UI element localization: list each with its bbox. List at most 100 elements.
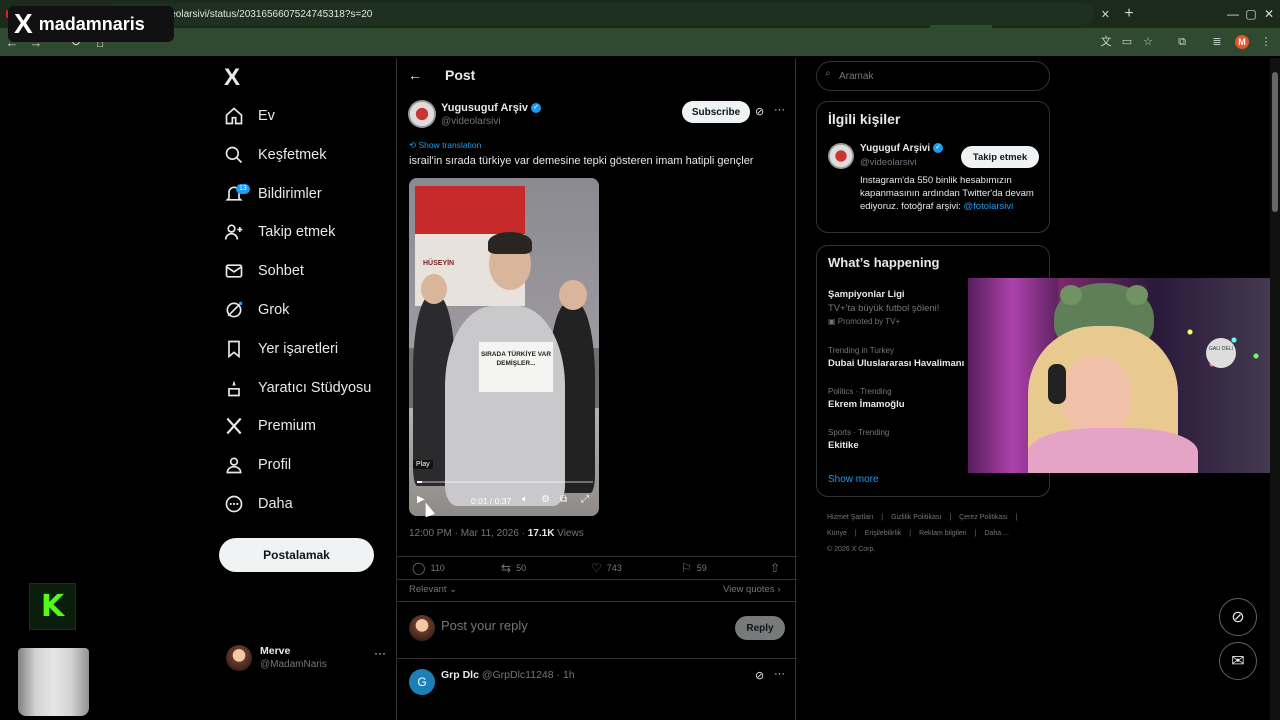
grok-fab-icon[interactable]: ⊘ [1219, 598, 1257, 636]
search-input[interactable] [816, 61, 1050, 91]
browser-menu-icon[interactable]: ⋮ [1258, 34, 1274, 50]
pip-icon[interactable]: ⧉ [560, 494, 567, 505]
reply-author[interactable]: Grp Dlc @GrpDlc11248 · 1h [441, 669, 575, 681]
nav-item-premium[interactable]: Premium [224, 411, 316, 441]
post-button[interactable]: Postalamak [219, 538, 374, 572]
translate-icon[interactable]: 文 [1098, 34, 1114, 50]
nav-item-label: Yer işaretleri [258, 340, 339, 357]
tab-close-icon[interactable]: ✕ [1101, 8, 1110, 21]
footer-link[interactable]: Daha ... [984, 530, 1009, 537]
x-home-logo[interactable]: X [224, 64, 240, 92]
footer-link[interactable]: © 2026 X Corp. [827, 546, 875, 553]
bell-icon: 13 [224, 183, 250, 204]
video-progress[interactable] [417, 481, 593, 483]
person-name-text: Yuguguf Arşivi [860, 143, 931, 154]
author-name[interactable]: Yugusuguf Arşiv ✓ [441, 102, 541, 114]
footer-separator: | [909, 530, 912, 537]
grok-icon[interactable]: ⊘ [755, 669, 764, 682]
page-title: Post [445, 67, 476, 83]
view-quotes-link[interactable]: View quotes › [723, 584, 780, 595]
new-tab-icon[interactable]: + [1116, 5, 1142, 23]
fullscreen-icon[interactable]: ⤢ [581, 494, 589, 505]
share-action[interactable]: ⇧ [770, 561, 780, 575]
reply-avatar[interactable]: G [409, 669, 435, 695]
like-count: 743 [606, 563, 622, 573]
account-switcher[interactable]: Merve @MadamNaris ··· [226, 640, 386, 676]
like-action[interactable]: ♡ 743 [591, 561, 622, 575]
mail-icon [224, 261, 244, 281]
reply-input[interactable] [441, 618, 711, 633]
subscribe-button[interactable]: Subscribe [682, 101, 750, 123]
author-avatar[interactable] [408, 100, 436, 128]
reply-button[interactable]: Reply [735, 616, 785, 640]
nav-item-sohbet[interactable]: Sohbet [224, 256, 304, 286]
footer-link[interactable]: Hizmet Şartları [827, 514, 873, 521]
reply-action[interactable]: ◯ 110 [412, 561, 445, 575]
footer-link[interactable]: Künye [827, 530, 847, 537]
footer-link[interactable]: Reklam bilgileri [919, 530, 966, 537]
author-handle[interactable]: @videolarsivi [441, 116, 501, 127]
window-close-icon[interactable]: ✕ [1254, 0, 1280, 28]
notification-badge: 13 [236, 183, 250, 194]
footer-separator: | [881, 514, 884, 521]
back-arrow-icon[interactable]: ← [408, 67, 422, 83]
person-name[interactable]: Yuguguf Arşivi ✓ [860, 143, 944, 154]
settings-icon[interactable]: ⚙︎ [541, 494, 550, 505]
repost-icon: ⇆ [501, 561, 512, 575]
person-avatar[interactable] [828, 143, 854, 169]
nav-item-label: Ev [258, 108, 275, 124]
x-logo-icon: X [14, 8, 33, 39]
video-person-head [421, 274, 447, 304]
play-tooltip: Play [413, 460, 433, 469]
cast-icon[interactable]: ▭ [1119, 34, 1135, 50]
nav-item-takip-etmek[interactable]: Takip etmek [224, 217, 335, 247]
scrollbar[interactable] [1270, 58, 1280, 720]
video-player[interactable]: HÜSEYİN SIRADA TÜRKİYE VAR DEMİŞLER... P… [409, 178, 599, 516]
post-time[interactable]: 12:00 PM [409, 528, 452, 539]
post-date[interactable]: Mar 11, 2026 [461, 528, 519, 539]
grok-icon[interactable]: ⊘ [755, 105, 764, 118]
mute-icon[interactable]: 🔈︎ [522, 494, 528, 505]
x-premium-icon [224, 416, 244, 436]
nav-item-grok[interactable]: Grok [224, 295, 289, 325]
nav-item-profil[interactable]: Profil [224, 450, 291, 480]
sort-dropdown[interactable]: Relevant ⌄ [409, 584, 457, 595]
scroll-thumb[interactable] [1272, 72, 1278, 212]
verified-icon: ✓ [531, 103, 541, 114]
nav-item-yer-i-aretleri[interactable]: Yer işaretleri [224, 334, 338, 364]
more-icon[interactable]: ··· [774, 668, 785, 680]
nav-item-ke-fetmek[interactable]: Keşfetmek [224, 140, 327, 170]
nav-item-ev[interactable]: Ev [224, 101, 275, 131]
account-more-icon[interactable]: ··· [374, 646, 386, 660]
footer-link[interactable]: Erişilebilirlik [865, 530, 902, 537]
nav-item-yarat-c-st-dyosu[interactable]: Yaratıcı Stüdyosu [224, 373, 371, 403]
person-handle[interactable]: @videolarsivi [860, 157, 917, 168]
bookmark-action[interactable]: ⚐ 59 [681, 561, 707, 575]
footer-link[interactable]: Gizlilik Politikası [891, 514, 941, 521]
reading-list-icon[interactable]: ≣ [1209, 34, 1225, 50]
repost-action[interactable]: ⇆ 50 [501, 561, 526, 575]
show-more-link[interactable]: Show more [828, 474, 879, 485]
reply-item[interactable]: G Grp Dlc @GrpDlc11248 · 1h ⊘ ··· [397, 659, 797, 720]
nav-item-daha[interactable]: Daha [224, 489, 293, 519]
follow-button[interactable]: Takip etmek [961, 146, 1039, 168]
account-name: Merve [260, 645, 291, 657]
nav-item-label: Bildirimler [258, 185, 322, 202]
more-icon[interactable]: ··· [774, 104, 785, 116]
browser-profile-avatar[interactable]: M [1235, 35, 1249, 49]
messages-fab-icon[interactable]: ✉ [1219, 642, 1257, 680]
profile-icon [224, 455, 244, 475]
bio-link[interactable]: @fotolarsivi [964, 201, 1014, 212]
star-icon[interactable]: ☆ [1140, 34, 1156, 50]
frog-eye [1126, 285, 1148, 305]
nav-item-label: Daha [258, 496, 293, 512]
extensions-icon[interactable]: ⧉ [1174, 34, 1190, 50]
glass-cup-image [18, 648, 89, 716]
url-field[interactable]: ≡ x.com/videolarsivi/status/203165660752… [104, 3, 1094, 25]
promo-text: Promoted by TV+ [837, 317, 901, 326]
nav-item-bildirimler[interactable]: 13 Bildirimler [224, 179, 322, 209]
post-action-bar: ◯ 110 ⇆ 50 ♡ 743 ⚐ 59 ⇧ [397, 556, 797, 580]
webcam-shirt [1028, 428, 1198, 473]
footer-link[interactable]: Çerez Politikası [959, 514, 1008, 521]
show-translation-link[interactable]: ⟲ Show translation [409, 140, 481, 151]
